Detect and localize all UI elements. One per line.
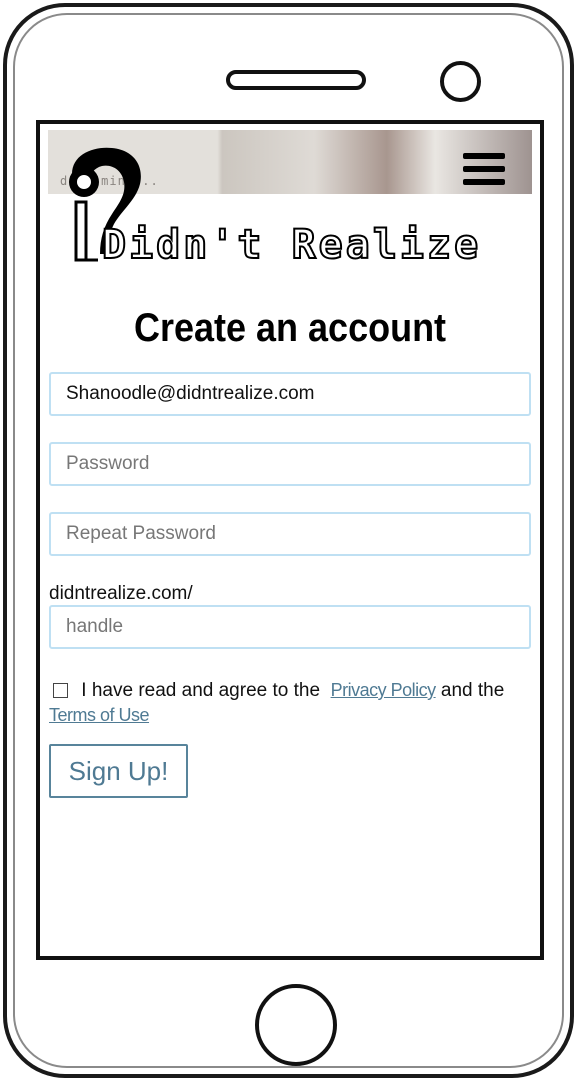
phone-screen: d ur mind... Didn't Realize Create an ac… <box>36 120 544 960</box>
agree-checkbox[interactable] <box>53 683 68 698</box>
terms-agreement: I have read and agree to the Privacy Pol… <box>49 678 529 728</box>
phone-speaker <box>226 70 366 90</box>
repeat-password-field[interactable] <box>49 512 531 556</box>
terms-text-1: I have read and agree to the <box>81 680 321 701</box>
terms-text-2: and the <box>440 680 505 701</box>
handle-url-prefix: didntrealize.com/ <box>49 583 193 604</box>
hamburger-menu-icon[interactable] <box>463 153 507 189</box>
phone-home-button[interactable] <box>255 984 337 1066</box>
sign-up-button[interactable]: Sign Up! <box>49 744 188 798</box>
email-field[interactable] <box>49 372 531 416</box>
phone-camera <box>440 61 481 102</box>
handle-field[interactable] <box>49 605 531 649</box>
privacy-policy-link[interactable]: Privacy Policy <box>331 680 437 700</box>
page-title: Create an account <box>133 306 447 350</box>
logo-text[interactable]: Didn't Realize <box>101 221 481 269</box>
password-field[interactable] <box>49 442 531 486</box>
terms-of-use-link[interactable]: Terms of Use <box>49 705 150 725</box>
